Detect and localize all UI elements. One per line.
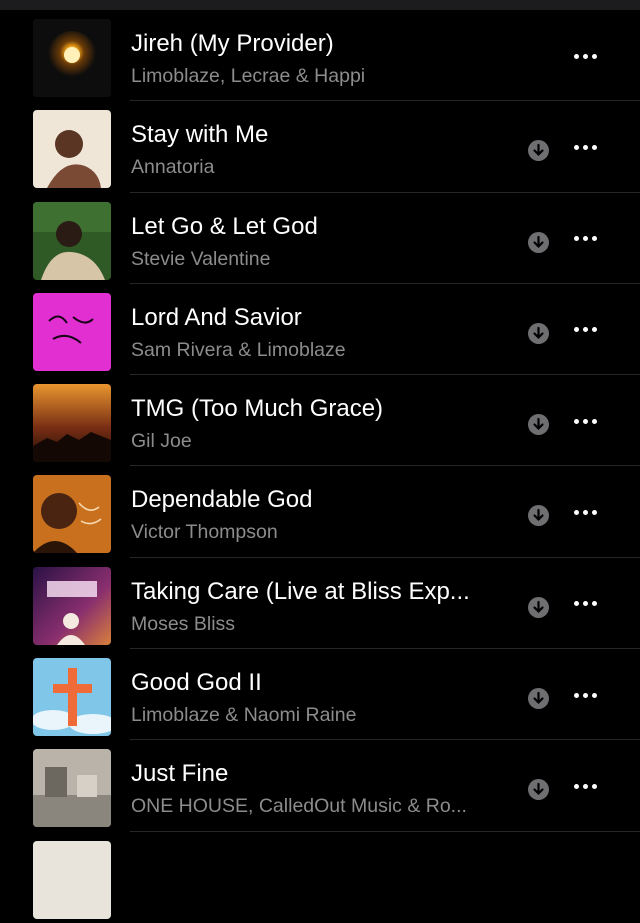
song-row[interactable]: Jireh (My Provider) Limoblaze, Lecrae & … — [0, 10, 640, 102]
song-list: Jireh (My Provider) Limoblaze, Lecrae & … — [0, 10, 640, 923]
ellipsis-icon — [573, 418, 579, 424]
album-art — [33, 566, 111, 645]
arrow-down-circle-icon — [533, 326, 544, 339]
more-options-button[interactable] — [568, 592, 602, 616]
song-artist: ONE HOUSE, CalledOut Music & Ro... — [131, 795, 467, 818]
arrow-down-circle-icon — [533, 418, 544, 431]
more-options-button[interactable] — [568, 774, 602, 798]
download-button[interactable] — [528, 414, 549, 436]
download-button[interactable] — [528, 140, 549, 162]
song-row[interactable] — [0, 832, 640, 923]
top-bar — [0, 0, 640, 10]
download-button[interactable] — [528, 231, 549, 253]
song-title: Taking Care (Live at Bliss Exp... — [131, 577, 470, 605]
ellipsis-icon — [573, 144, 579, 150]
more-options-button[interactable] — [568, 227, 602, 251]
album-art — [33, 201, 111, 280]
album-art — [33, 110, 111, 189]
arrow-down-circle-icon — [533, 783, 544, 796]
song-title: Lord And Savior — [131, 303, 302, 331]
song-artist: Limoblaze, Lecrae & Happi — [131, 65, 366, 87]
song-row[interactable]: Taking Care (Live at Bliss Exp... Moses … — [0, 558, 640, 650]
song-artist: Limoblaze & Naomi Raine — [131, 704, 357, 727]
song-row[interactable]: Let Go & Let God Stevie Valentine — [0, 193, 640, 284]
song-title: Dependable God — [131, 486, 313, 514]
song-title: Let Go & Let God — [131, 212, 318, 240]
song-row[interactable]: Stay with Me Annatoria — [0, 101, 640, 193]
album-art — [33, 292, 111, 371]
download-button[interactable] — [528, 505, 549, 527]
album-art — [33, 749, 111, 828]
album-art — [33, 19, 111, 97]
song-row[interactable]: Just Fine ONE HOUSE, CalledOut Music & R… — [0, 740, 640, 832]
more-options-button[interactable] — [568, 409, 602, 433]
song-row[interactable]: Good God II Limoblaze & Naomi Raine — [0, 649, 640, 741]
download-button[interactable] — [528, 596, 549, 618]
album-art — [33, 658, 111, 737]
arrow-down-circle-icon — [533, 509, 544, 522]
more-options-button[interactable] — [568, 44, 602, 68]
more-options-button[interactable] — [568, 135, 602, 159]
album-art — [33, 384, 111, 463]
arrow-down-circle-icon — [533, 144, 544, 157]
ellipsis-icon — [573, 601, 579, 607]
ellipsis-icon — [573, 692, 579, 698]
arrow-down-circle-icon — [533, 600, 544, 613]
arrow-down-circle-icon — [533, 691, 544, 705]
ellipsis-icon — [573, 327, 579, 333]
download-button[interactable] — [528, 688, 549, 710]
song-row[interactable]: TMG (Too Much Grace) Gil Joe — [0, 375, 640, 467]
song-title: Stay with Me — [131, 121, 269, 149]
album-art — [33, 840, 111, 919]
song-title: TMG (Too Much Grace) — [131, 395, 384, 423]
song-artist: Moses Bliss — [131, 612, 236, 635]
song-artist: Annatoria — [131, 156, 215, 179]
album-art — [33, 475, 111, 554]
song-artist: Gil Joe — [131, 430, 192, 453]
song-title: Just Fine — [131, 760, 229, 788]
ellipsis-icon — [573, 53, 579, 59]
song-artist: Stevie Valentine — [131, 247, 271, 270]
arrow-down-circle-icon — [533, 235, 544, 248]
song-title: Good God II — [131, 669, 262, 697]
more-options-button[interactable] — [568, 318, 602, 342]
download-button[interactable] — [528, 322, 549, 344]
song-artist: Sam Rivera & Limoblaze — [131, 338, 346, 361]
ellipsis-icon — [573, 783, 579, 789]
song-row[interactable]: Dependable God Victor Thompson — [0, 466, 640, 558]
more-options-button[interactable] — [568, 683, 602, 707]
ellipsis-icon — [573, 236, 579, 242]
song-title: Jireh (My Provider) — [131, 30, 334, 57]
song-artist: Victor Thompson — [131, 521, 278, 544]
more-options-button[interactable] — [568, 500, 602, 524]
ellipsis-icon — [573, 509, 579, 515]
download-button[interactable] — [528, 779, 549, 801]
song-row[interactable]: Lord And Savior Sam Rivera & Limoblaze — [0, 284, 640, 376]
